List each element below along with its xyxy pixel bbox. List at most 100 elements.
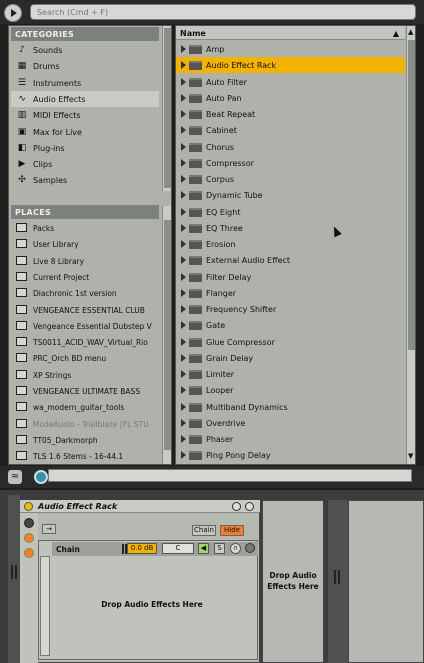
browser-item[interactable]: Limiter (176, 366, 405, 382)
place-item[interactable]: wa_modern_guitar_tools (11, 399, 159, 415)
browser-item[interactable]: External Audio Effect (176, 252, 405, 268)
place-item[interactable]: XP Strings (11, 367, 159, 383)
expand-triangle-icon[interactable] (181, 256, 186, 265)
place-item[interactable]: TT05_Darkmorph (11, 432, 159, 448)
preview-toggle-icon[interactable] (34, 470, 48, 484)
browser-item[interactable]: Audio Effect Rack (176, 57, 405, 74)
browser-item[interactable]: Looper (176, 382, 405, 398)
browser-item[interactable]: Erosion (176, 236, 405, 252)
expand-triangle-icon[interactable] (181, 288, 186, 297)
place-item[interactable]: Diachronic 1st version (11, 285, 159, 301)
expand-triangle-icon[interactable] (181, 93, 186, 102)
places-scroll-thumb[interactable] (164, 220, 171, 450)
category-item[interactable]: ▦ Drums (11, 58, 159, 74)
preview-field[interactable] (48, 469, 412, 482)
expand-triangle-icon[interactable] (181, 207, 186, 216)
browser-item[interactable]: Beat Repeat (176, 106, 405, 122)
category-item[interactable]: ▶ Clips (11, 156, 159, 172)
expand-triangle-icon[interactable] (181, 142, 186, 151)
browser-item[interactable]: Chorus (176, 139, 405, 155)
place-item[interactable]: PRC_Orch BD menu (11, 350, 159, 366)
content-scroll-thumb[interactable] (408, 40, 415, 350)
browser-item[interactable]: Cabinet (176, 122, 405, 138)
expand-triangle-icon[interactable] (181, 321, 186, 330)
expand-triangle-icon[interactable] (181, 451, 186, 460)
device-view-left-handle[interactable] (8, 495, 20, 663)
place-item[interactable]: TS0011_ACID_WAV_Virtual_Rio (11, 334, 159, 350)
devices-toggle-icon[interactable] (24, 548, 34, 558)
expand-triangle-icon[interactable] (181, 223, 186, 232)
name-column-header[interactable]: Name ▲ (176, 26, 405, 40)
expand-triangle-icon[interactable] (181, 337, 186, 346)
chain-solo-button[interactable]: S (214, 543, 225, 554)
browser-item[interactable]: Dynamic Tube (176, 187, 405, 203)
place-item[interactable]: Packs (11, 220, 159, 236)
browser-item[interactable]: Gate (176, 317, 405, 333)
chain-list-toggle-icon[interactable] (24, 533, 34, 543)
expand-triangle-icon[interactable] (181, 175, 186, 183)
place-item[interactable]: Current Project (11, 269, 159, 285)
place-item[interactable]: Vengeance Essential Dubstep V (11, 318, 159, 334)
expand-triangle-icon[interactable] (181, 353, 186, 362)
chain-volume-field[interactable]: 0.0 dB (127, 543, 157, 554)
browser-item[interactable]: EQ Eight (176, 204, 405, 220)
chain-list-scrollbar[interactable] (40, 556, 50, 656)
expand-triangle-icon[interactable] (181, 191, 186, 200)
category-item[interactable]: ♪ Sounds (11, 42, 159, 58)
place-item[interactable]: ModeAudio - Trailblaze [FL STU (11, 416, 159, 432)
chain-activator-speaker-icon[interactable]: ◀ (198, 543, 209, 554)
browser-item[interactable]: Filter Delay (176, 269, 405, 285)
expand-triangle-icon[interactable] (181, 272, 186, 281)
place-item[interactable]: Live 8 Library (11, 253, 159, 269)
place-item[interactable]: TLS 1.6 Stems - 16-44.1 (11, 448, 159, 464)
expand-triangle-icon[interactable] (181, 418, 186, 427)
category-item[interactable]: ▣ Max for Live (11, 124, 159, 140)
browser-item[interactable]: Frequency Shifter (176, 301, 405, 317)
category-item[interactable]: ◧ Plug-ins (11, 140, 159, 156)
categories-scrollbar[interactable] (162, 26, 171, 191)
browser-item[interactable]: EQ Three (176, 220, 405, 236)
expand-triangle-icon[interactable] (181, 386, 186, 395)
expand-triangle-icon[interactable] (181, 126, 186, 135)
expand-triangle-icon[interactable] (181, 402, 186, 411)
browser-item[interactable]: Amp (176, 41, 405, 57)
expand-triangle-icon[interactable] (181, 110, 186, 118)
content-scrollbar[interactable]: ▲ ▼ (406, 26, 415, 464)
category-item[interactable]: ✣ Samples (11, 172, 159, 188)
category-item[interactable]: ∿ Audio Effects (11, 90, 159, 107)
category-item[interactable]: ☰ Instruments (11, 75, 159, 91)
place-item[interactable]: VENGEANCE ULTIMATE BASS (11, 383, 159, 399)
expand-triangle-icon[interactable] (181, 240, 186, 248)
place-item[interactable]: VENGEANCE ESSENTIAL CLUB (11, 302, 159, 318)
browser-item[interactable]: Corpus (176, 171, 405, 187)
expand-triangle-icon[interactable] (181, 77, 186, 86)
browser-item[interactable]: Flanger (176, 285, 405, 301)
device-splitter[interactable] (328, 500, 348, 663)
chain-preview-headphone-icon[interactable]: ∩ (230, 543, 241, 554)
places-scrollbar[interactable] (162, 206, 171, 464)
sort-ascending-icon[interactable]: ▲ (393, 29, 399, 38)
expand-triangle-icon[interactable] (181, 45, 186, 53)
browser-item[interactable]: Grain Delay (176, 350, 405, 366)
browser-item[interactable]: Auto Pan (176, 90, 405, 106)
place-item[interactable]: User Library (11, 236, 159, 252)
search-input[interactable] (30, 4, 416, 20)
browser-item[interactable]: Ping Pong Delay (176, 447, 405, 463)
browser-item[interactable]: Overdrive (176, 415, 405, 431)
expand-triangle-icon[interactable] (181, 61, 186, 70)
hot-swap-icon[interactable]: ≈ (8, 470, 22, 484)
browser-item[interactable]: Multiband Dynamics (176, 399, 405, 415)
chain-button[interactable]: Chain (192, 525, 216, 536)
rack-save-preset-icon[interactable] (232, 502, 241, 511)
chain-power-icon[interactable] (245, 543, 255, 553)
auto-select-button[interactable]: → (42, 524, 56, 534)
scroll-up-icon[interactable]: ▲ (408, 28, 413, 36)
browser-item[interactable]: Phaser (176, 431, 405, 447)
expand-triangle-icon[interactable] (181, 435, 186, 443)
category-item[interactable]: ▥ MIDI Effects (11, 107, 159, 123)
scroll-down-icon[interactable]: ▼ (408, 452, 413, 460)
chain-pan-field[interactable]: C (162, 543, 194, 554)
browser-toggle-icon[interactable] (4, 4, 22, 22)
rack-menu-icon[interactable] (245, 502, 254, 511)
expand-triangle-icon[interactable] (181, 370, 186, 378)
